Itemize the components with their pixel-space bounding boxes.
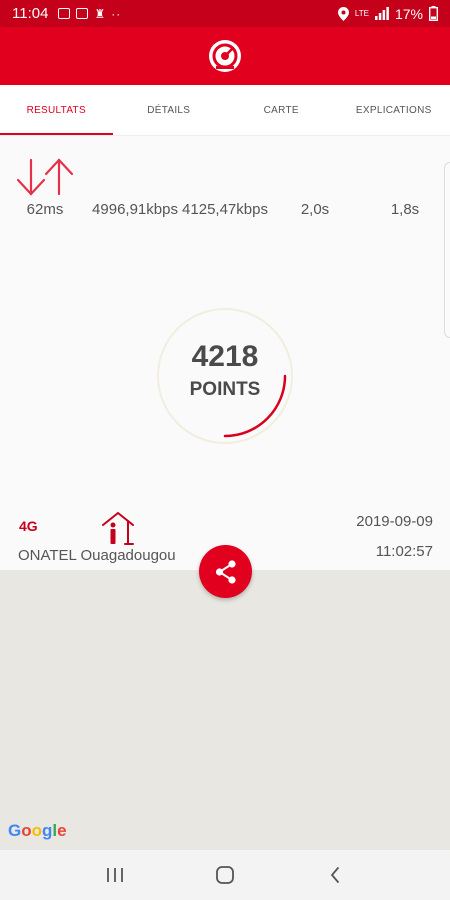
signal-icon (374, 7, 389, 20)
home-button[interactable] (205, 855, 245, 895)
back-button[interactable] (315, 855, 355, 895)
operator-name: ONATEL Ouagadougou (18, 547, 176, 564)
side-drawer-handle[interactable] (444, 162, 450, 338)
location-icon (337, 6, 349, 21)
image-icon (58, 8, 71, 19)
status-notification-icons: ♜ ·· (58, 7, 121, 21)
up-down-arrows-icon (17, 158, 74, 196)
app-bar (0, 27, 450, 85)
score-display: 4218 POINTS (154, 340, 296, 401)
tab-explications[interactable]: EXPLICATIONS (338, 85, 450, 135)
duration-value: 2,0s (300, 201, 330, 218)
system-nav-bar (0, 850, 450, 900)
tab-details[interactable]: DÉTAILS (113, 85, 226, 135)
indoor-person-icon (102, 512, 134, 545)
recent-apps-icon (107, 868, 123, 882)
test-date: 2019-09-09 (356, 513, 433, 530)
upload-value: 4125,47kbps (182, 201, 268, 218)
test-time: 11:02:57 (375, 543, 433, 560)
badge-icon: ♜ (94, 6, 106, 21)
duration-value-2: 1,8s (390, 201, 420, 218)
home-icon (216, 866, 234, 884)
speedometer-icon (209, 40, 241, 72)
mail-icon (76, 8, 89, 19)
share-icon (215, 559, 236, 584)
recent-apps-button[interactable] (95, 855, 135, 895)
map-view[interactable] (0, 570, 450, 850)
tab-resultats[interactable]: RESULTATS (0, 85, 113, 135)
status-time: 11:04 (12, 5, 49, 22)
tab-bar: RESULTATS DÉTAILS CARTE EXPLICATIONS (0, 85, 450, 136)
network-type-label: LTE (354, 8, 369, 18)
google-logo: Google (8, 821, 67, 840)
battery-icon (429, 6, 438, 21)
status-bar: 11:04 ♜ ·· LTE 17% (0, 0, 450, 27)
ping-value: 62ms (26, 201, 64, 218)
back-icon (330, 867, 339, 883)
download-value: 4996,91kbps (92, 201, 178, 218)
tab-carte[interactable]: CARTE (225, 85, 338, 135)
battery-percent: 17% (394, 5, 423, 22)
network-type: 4G (19, 518, 38, 534)
more-notifications-icon: ·· (111, 6, 122, 21)
share-button[interactable] (199, 545, 252, 598)
metrics-row: 62ms 4996,91kbps 4125,47kbps 2,0s 1,8s (0, 200, 450, 240)
score-value: 4218 (191, 340, 259, 373)
score-label: POINTS (189, 379, 261, 400)
